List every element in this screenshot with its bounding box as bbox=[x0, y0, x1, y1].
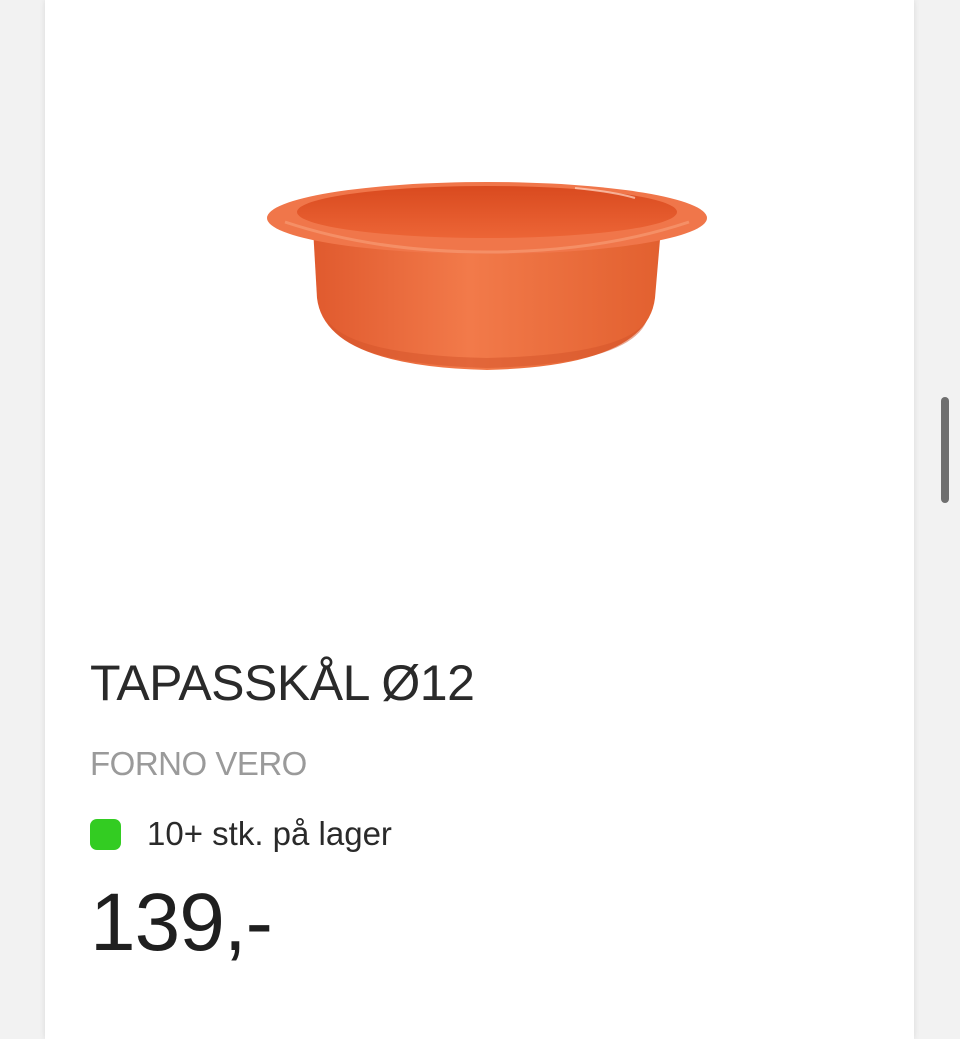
product-card[interactable]: TAPASSKÅL Ø12 FORNO VERO 10+ stk. på lag… bbox=[45, 0, 914, 1039]
terracotta-bowl-image bbox=[267, 182, 707, 370]
stock-status: 10+ stk. på lager bbox=[90, 815, 392, 853]
in-stock-indicator-icon bbox=[90, 818, 121, 850]
product-image[interactable] bbox=[45, 0, 914, 600]
product-brand[interactable]: FORNO VERO bbox=[90, 745, 307, 783]
scrollbar-thumb[interactable] bbox=[941, 397, 949, 503]
stock-text: 10+ stk. på lager bbox=[147, 815, 392, 852]
product-title[interactable]: TAPASSKÅL Ø12 bbox=[90, 654, 475, 712]
page: TAPASSKÅL Ø12 FORNO VERO 10+ stk. på lag… bbox=[0, 0, 960, 1039]
product-price: 139,- bbox=[90, 877, 273, 968]
